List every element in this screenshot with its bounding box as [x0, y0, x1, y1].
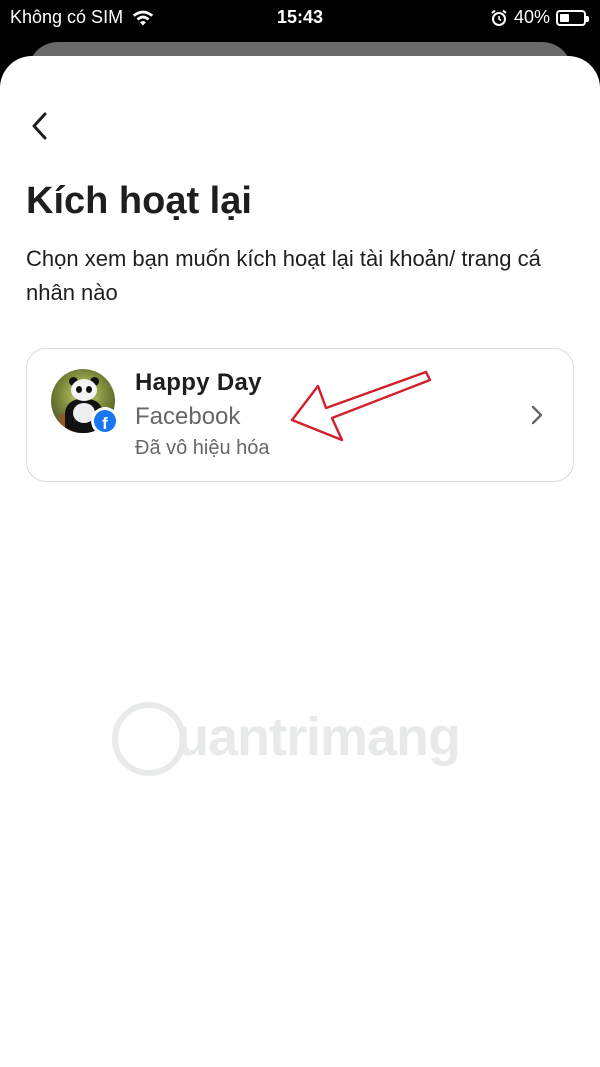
chevron-right-icon: [531, 405, 543, 425]
facebook-icon: f: [94, 410, 116, 432]
page-title: Kích hoạt lại: [26, 180, 252, 222]
carrier-group: Không có SIM: [10, 7, 155, 28]
reactivate-sheet: Kích hoạt lại Chọn xem bạn muốn kích hoạ…: [0, 56, 600, 1067]
account-name: Happy Day: [135, 369, 262, 396]
avatar-panda-eye: [86, 386, 92, 393]
avatar-panda-eye: [76, 386, 82, 393]
facebook-badge: f: [91, 407, 119, 435]
back-button[interactable]: [22, 108, 58, 144]
battery-icon: [556, 9, 589, 26]
avatar-panda-head: [71, 379, 97, 401]
carrier-label: Không có SIM: [10, 7, 124, 27]
battery-level: [560, 13, 569, 22]
account-platform: Facebook: [135, 403, 241, 430]
battery-percent: 40%: [513, 7, 550, 27]
account-card[interactable]: f Happy Day Facebook Đã vô hiệu hóa: [26, 348, 574, 482]
account-status: Đã vô hiệu hóa: [135, 437, 270, 459]
alarm-icon: [491, 9, 507, 26]
page-subtitle: Chọn xem bạn muốn kích hoạt lại tài khoả…: [26, 246, 541, 305]
chevron-left-icon: [32, 112, 47, 140]
status-bar: Không có SIM 15:43 40%: [0, 0, 600, 36]
status-right-group: 40%: [490, 7, 589, 28]
wifi-icon: [132, 10, 154, 25]
